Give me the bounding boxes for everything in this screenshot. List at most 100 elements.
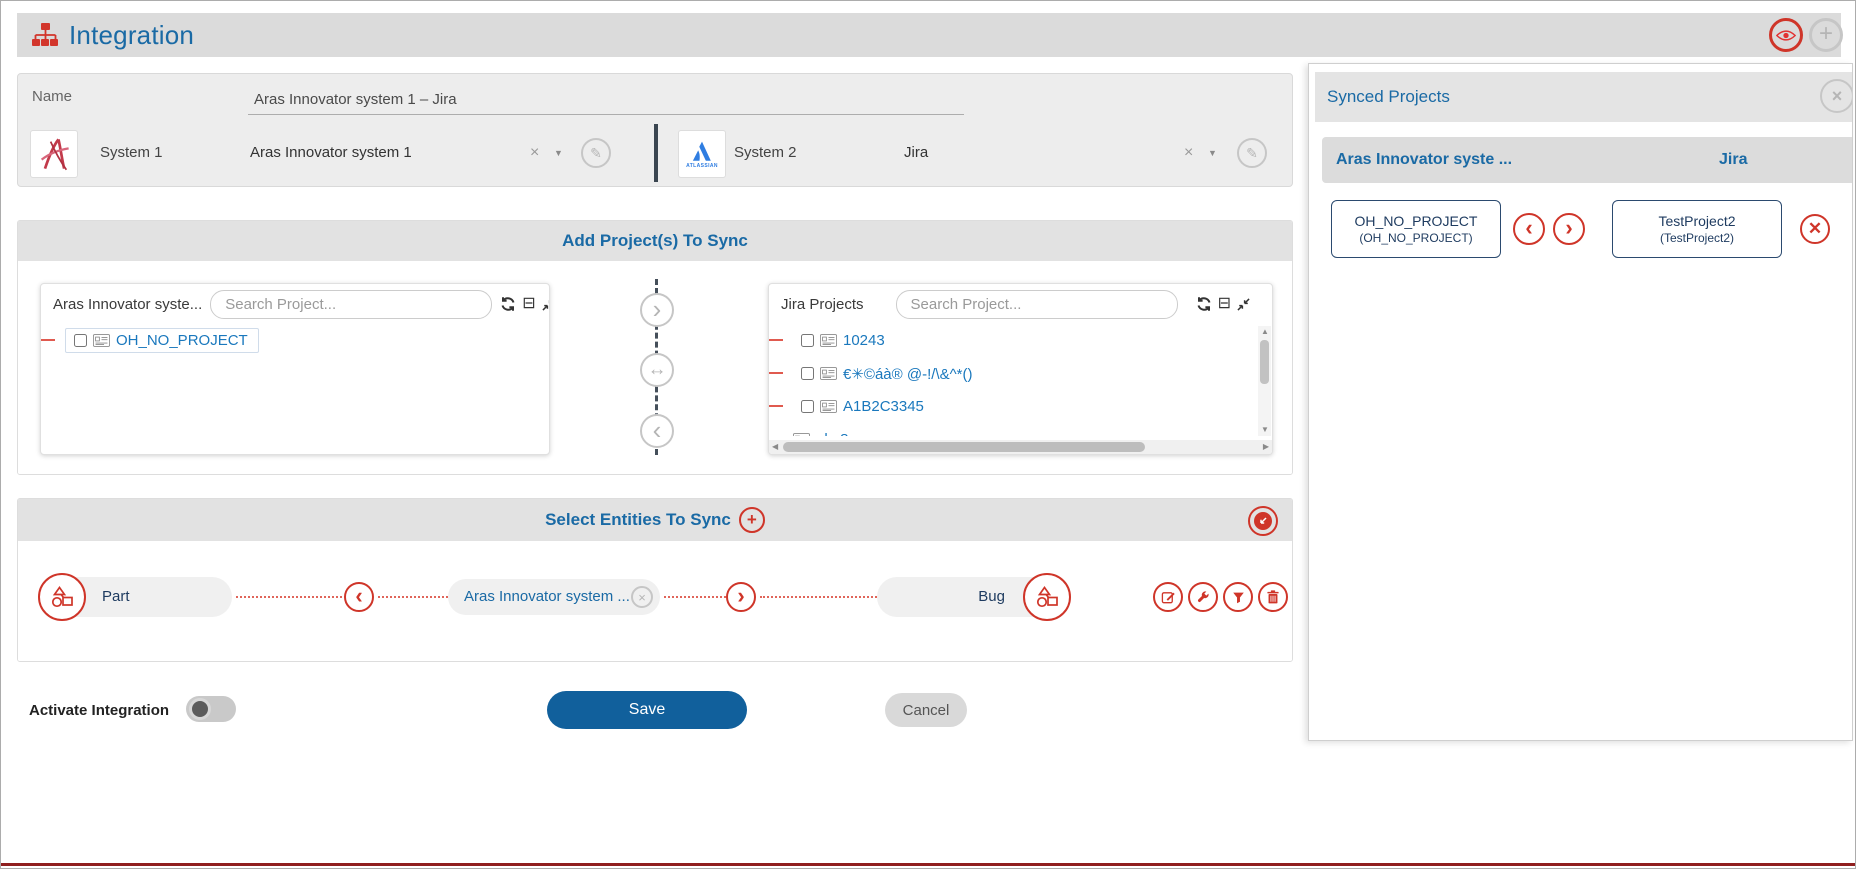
project-card-icon <box>93 334 110 347</box>
integration-name-field <box>248 84 964 115</box>
toggle-knob <box>189 698 211 720</box>
close-panel-button[interactable]: × <box>1820 79 1853 113</box>
source-search-input[interactable] <box>210 290 492 319</box>
project-checkbox[interactable] <box>801 334 814 347</box>
tree-row: OH_NO_PROJECT <box>41 324 549 357</box>
tree-row: €✳©áà® @-!/\&^*() <box>769 357 1251 390</box>
system-pill[interactable]: Aras Innovator system ... × <box>448 579 660 615</box>
vertical-scrollbar[interactable]: ▲ ▼ <box>1258 326 1271 436</box>
synced-col-left: Aras Innovator syste ... <box>1336 137 1512 183</box>
vertical-scroll-thumb[interactable] <box>1260 340 1269 384</box>
plus-icon: + <box>1819 22 1833 46</box>
entity-shapes-icon <box>1023 573 1071 621</box>
project-item[interactable]: abc8 <box>785 428 859 436</box>
system1-dropdown-icon[interactable]: ▼ <box>554 130 563 176</box>
project-card-icon <box>820 367 837 380</box>
target-projects-panel: Jira Projects ⊟ <box>768 283 1273 455</box>
scroll-up-icon[interactable]: ▲ <box>1261 328 1269 336</box>
cancel-button[interactable]: Cancel <box>885 693 967 727</box>
sync-right-button[interactable]: › <box>1553 213 1585 245</box>
refresh-icon[interactable] <box>500 296 516 312</box>
collapse-all-icon[interactable]: ⊟ <box>522 296 535 312</box>
edit-mapping-button[interactable] <box>1153 582 1183 612</box>
delete-mapping-button[interactable] <box>1258 582 1288 612</box>
aras-logo <box>30 130 78 178</box>
compress-icon[interactable] <box>542 298 550 311</box>
move-left-button[interactable]: ‹ <box>640 414 674 448</box>
project-checkbox[interactable] <box>801 400 814 413</box>
remove-synced-pair-button[interactable]: ✕ <box>1800 214 1830 244</box>
swap-button[interactable]: ↔ <box>640 353 674 387</box>
target-panel-title: Jira Projects <box>781 296 864 313</box>
add-integration-button[interactable]: + <box>1809 18 1843 52</box>
save-button[interactable]: Save <box>547 691 747 729</box>
scroll-left-icon[interactable]: ◀ <box>772 443 778 451</box>
move-right-button[interactable]: › <box>640 293 674 327</box>
tree-row: ▼ abc8 <box>769 423 1251 436</box>
tree-connector <box>769 372 783 374</box>
synced-col-right: Jira <box>1719 137 1747 183</box>
project-item[interactable]: OH_NO_PROJECT <box>65 328 259 353</box>
project-checkbox[interactable] <box>74 334 87 347</box>
project-checkbox[interactable] <box>801 367 814 380</box>
system2-edit-button[interactable]: ✎ <box>1237 138 1267 168</box>
project-item[interactable]: 10243 <box>793 329 895 352</box>
source-entity-pill[interactable]: Part <box>40 577 232 617</box>
tree-connector <box>769 339 783 341</box>
page-title: Integration <box>69 20 194 51</box>
compress-icon[interactable] <box>1237 298 1250 311</box>
map-left-arrow-button[interactable]: ‹ <box>344 582 374 612</box>
chevron-left-icon: ‹ <box>1525 217 1532 239</box>
collapse-section-button[interactable] <box>1248 506 1278 536</box>
refresh-icon[interactable] <box>1196 296 1212 312</box>
project-label: abc8 <box>816 431 849 436</box>
synced-source-card[interactable]: OH_NO_PROJECT (OH_NO_PROJECT) <box>1331 200 1501 258</box>
map-right-arrow-button[interactable]: › <box>726 582 756 612</box>
synced-projects-title: Synced Projects <box>1327 87 1450 107</box>
synced-target-card[interactable]: TestProject2 (TestProject2) <box>1612 200 1782 258</box>
select-entities-header: Select Entities To Sync + <box>18 499 1292 541</box>
horizontal-scrollbar[interactable]: ◀ ▶ <box>769 440 1272 454</box>
mapping-dotted-line <box>760 596 877 598</box>
horizontal-scroll-thumb[interactable] <box>783 442 1145 452</box>
filter-icon <box>1232 591 1245 604</box>
collapse-all-icon[interactable]: ⊟ <box>1218 296 1231 312</box>
sync-left-button[interactable]: ‹ <box>1513 213 1545 245</box>
preview-eye-button[interactable] <box>1769 18 1803 52</box>
tree-row: A1B2C3345 <box>769 390 1251 423</box>
project-item[interactable]: A1B2C3345 <box>793 395 934 418</box>
project-label: €✳©áà® @-!/\&^*() <box>843 365 972 383</box>
system2-select-value[interactable]: Jira <box>904 130 928 176</box>
configure-mapping-button[interactable] <box>1188 582 1218 612</box>
synced-projects-header: Synced Projects <box>1315 72 1852 122</box>
select-entities-section: Select Entities To Sync + Part <box>17 498 1293 662</box>
remove-system-button[interactable]: × <box>631 586 653 608</box>
system-pill-label: Aras Innovator system ... <box>464 579 630 615</box>
integration-name-input[interactable] <box>248 84 970 114</box>
target-project-tree: 10243 €✳©áà® @-!/\&^*() <box>769 324 1251 436</box>
target-entity-label: Bug <box>978 577 1005 617</box>
sitemap-icon <box>31 22 59 48</box>
system1-clear-icon[interactable]: × <box>530 130 539 176</box>
system1-select-value[interactable]: Aras Innovator system 1 <box>250 130 412 176</box>
activate-integration-toggle[interactable] <box>186 696 236 722</box>
filter-mapping-button[interactable] <box>1223 582 1253 612</box>
system2-dropdown-icon[interactable]: ▼ <box>1208 130 1217 176</box>
add-entity-mapping-button[interactable]: + <box>739 507 765 533</box>
scroll-down-icon[interactable]: ▼ <box>1261 426 1269 434</box>
mapping-dotted-line <box>664 596 726 598</box>
target-search-input[interactable] <box>896 290 1178 319</box>
pencil-icon: ✎ <box>590 145 602 162</box>
entity-mapping-body: Part ‹ Aras Innovator system ... × › Bug <box>18 541 1292 662</box>
project-label: OH_NO_PROJECT <box>116 332 248 349</box>
source-projects-panel: Aras Innovator syste... ⊟ <box>40 283 550 455</box>
project-item[interactable]: €✳©áà® @-!/\&^*() <box>793 362 982 386</box>
add-projects-body: Aras Innovator syste... ⊟ <box>18 261 1292 475</box>
target-entity-pill[interactable]: Bug <box>877 577 1069 617</box>
synced-target-key: (TestProject2) <box>1660 231 1734 245</box>
system1-edit-button[interactable]: ✎ <box>581 138 611 168</box>
system2-clear-icon[interactable]: × <box>1184 130 1193 176</box>
close-x-icon: ✕ <box>1808 220 1822 237</box>
tree-expander-icon[interactable]: ▼ <box>770 435 779 436</box>
scroll-right-icon[interactable]: ▶ <box>1263 443 1269 451</box>
